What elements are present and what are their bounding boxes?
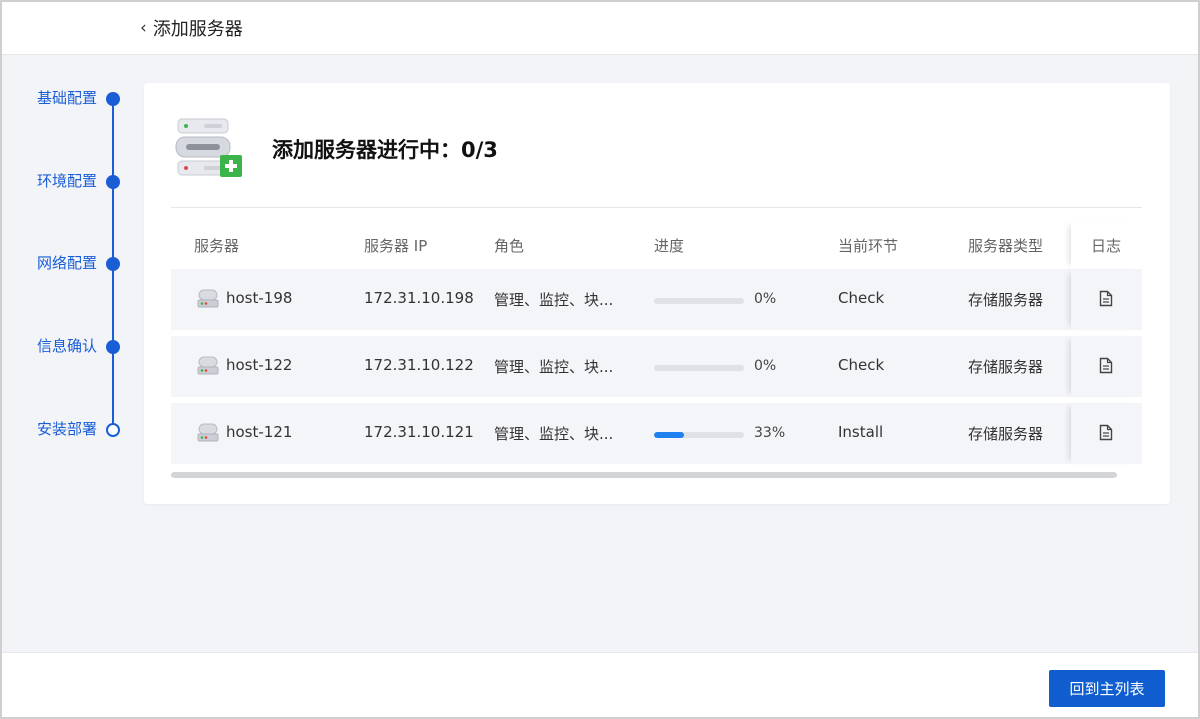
progress-bar [654, 298, 744, 304]
log-document-icon[interactable] [1099, 290, 1113, 307]
column-header-log: 日志 [1091, 237, 1122, 255]
app-frame: ‹ 添加服务器 基础配置 环境配置 网络配置 信息确认 安装部署 添加服务器进行… [0, 0, 1200, 719]
back-to-list-button[interactable]: 回到主列表 [1049, 670, 1165, 707]
host-role: 管理、监控、块... [494, 291, 614, 309]
column-header-progress: 进度 [654, 237, 685, 255]
host-role: 管理、监控、块... [494, 425, 614, 443]
progress-percent: 33% [754, 425, 786, 441]
server-type: 存储服务器 [968, 425, 1044, 443]
current-stage: Check [838, 289, 885, 307]
table-row[interactable]: host-121 172.31.10.121 管理、监控、块... 33% In… [171, 403, 1142, 464]
log-column-header: 日志 [1071, 221, 1142, 269]
table-row[interactable]: host-122 172.31.10.122 管理、监控、块... 0% Che… [171, 336, 1142, 397]
server-type: 存储服务器 [968, 291, 1044, 309]
host-name: host-122 [226, 356, 293, 374]
page-footer: 回到主列表 [2, 652, 1198, 717]
log-cell [1071, 336, 1142, 397]
log-document-icon[interactable] [1099, 424, 1113, 441]
progress-bar [654, 365, 744, 371]
add-server-icon [175, 118, 242, 177]
host-name: host-198 [226, 289, 293, 307]
progress-percent: 0% [754, 358, 777, 374]
divider [171, 207, 1142, 208]
step-basic-config[interactable]: 基础配置 [2, 87, 127, 111]
back-link[interactable]: ‹ 添加服务器 [140, 15, 243, 41]
step-label: 环境配置 [36, 172, 97, 190]
page-header: ‹ 添加服务器 [2, 2, 1198, 55]
progress-card: 添加服务器进行中：0/3 服务器 服务器 IP 角色 进度 当前环节 服务器类型… [144, 83, 1170, 504]
progress-percent: 0% [754, 291, 777, 307]
step-timeline: 基础配置 环境配置 网络配置 信息确认 安装部署 [2, 55, 132, 655]
host-name: host-121 [226, 423, 293, 441]
current-stage: Install [838, 423, 884, 441]
column-header-type: 服务器类型 [968, 237, 1044, 255]
log-cell [1071, 403, 1142, 464]
table-header: 服务器 服务器 IP 角色 进度 当前环节 服务器类型 日志 [171, 221, 1142, 269]
chevron-left-icon[interactable]: ‹ [140, 19, 147, 37]
column-header-ip: 服务器 IP [364, 237, 428, 255]
column-header-role: 角色 [494, 237, 525, 255]
step-label: 信息确认 [36, 337, 97, 355]
column-header-stage: 当前环节 [838, 237, 899, 255]
server-icon [197, 423, 219, 442]
host-role: 管理、监控、块... [494, 358, 614, 376]
step-label: 安装部署 [36, 420, 97, 438]
step-network-config[interactable]: 网络配置 [2, 252, 127, 276]
progress-bar [654, 432, 744, 438]
server-type: 存储服务器 [968, 358, 1044, 376]
step-done-dot-icon [106, 257, 120, 271]
table-row[interactable]: host-198 172.31.10.198 管理、监控、块... 0% Che… [171, 269, 1142, 330]
step-done-dot-icon [106, 175, 120, 189]
log-cell [1071, 269, 1142, 330]
step-done-dot-icon [106, 340, 120, 354]
host-ip: 172.31.10.121 [364, 423, 474, 441]
server-table: 服务器 服务器 IP 角色 进度 当前环节 服务器类型 日志 host-198 [171, 221, 1142, 478]
log-document-icon[interactable] [1099, 357, 1113, 374]
progress-title: 添加服务器进行中：0/3 [272, 138, 498, 162]
step-install-deploy[interactable]: 安装部署 [2, 418, 127, 442]
horizontal-scrollbar[interactable] [171, 472, 1117, 478]
step-current-dot-icon [106, 423, 120, 437]
step-label: 网络配置 [36, 254, 97, 272]
progress-fill [654, 432, 684, 438]
server-icon [197, 289, 219, 308]
current-stage: Check [838, 356, 885, 374]
server-icon [197, 356, 219, 375]
step-info-confirm[interactable]: 信息确认 [2, 335, 127, 359]
page-title: 添加服务器 [152, 19, 243, 40]
host-ip: 172.31.10.198 [364, 289, 474, 307]
step-label: 基础配置 [36, 89, 97, 107]
column-header-server: 服务器 [194, 237, 240, 255]
step-env-config[interactable]: 环境配置 [2, 170, 127, 194]
card-header: 添加服务器进行中：0/3 [174, 117, 498, 181]
step-done-dot-icon [106, 92, 120, 106]
host-ip: 172.31.10.122 [364, 356, 474, 374]
